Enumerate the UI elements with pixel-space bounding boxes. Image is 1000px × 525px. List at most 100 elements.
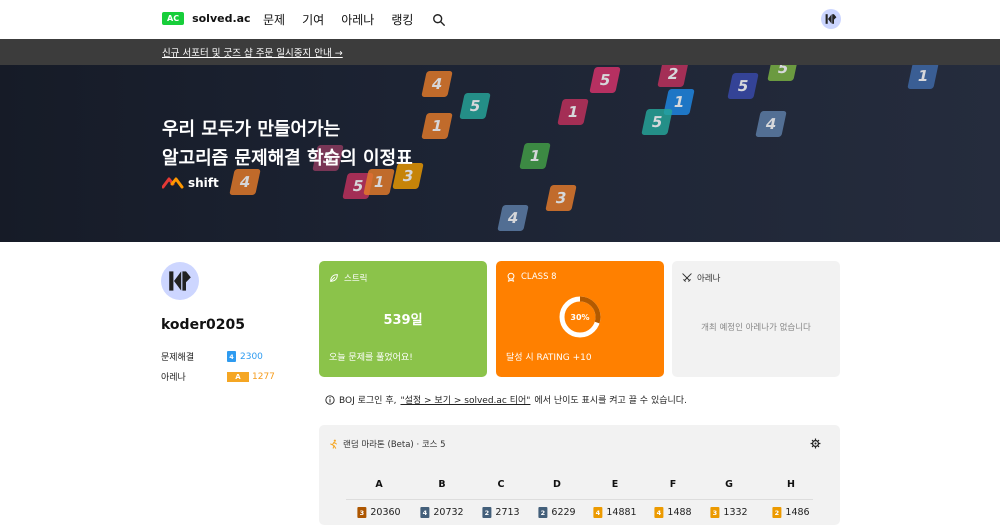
medal-icon [507, 272, 515, 282]
logo-badge: AC [162, 12, 185, 25]
notice-link[interactable]: 신규 서포터 및 굿즈 샵 주문 일시중지 안내 → [162, 45, 343, 59]
profile-avatar-icon [169, 271, 191, 291]
class-card-head: CLASS 8 [506, 272, 557, 282]
runner-icon [330, 439, 337, 449]
info-icon [325, 394, 335, 405]
gear-icon[interactable] [810, 438, 821, 449]
arena-stat-row[interactable]: 아레나 A 1277 [161, 370, 275, 383]
arena-empty-message: 개최 예정인 아레나가 없습니다 [701, 323, 811, 333]
solved-label: 문제해결 [161, 353, 195, 363]
marathon-problem-cell[interactable]: 2 1486 [772, 507, 810, 518]
nav-links: 문제 기여 아레나 랭킹 [263, 11, 446, 28]
info-settings-link[interactable]: "설정 > 보기 > solved.ac 티어" [400, 393, 530, 406]
tier-badge: 3 [357, 507, 367, 518]
marathon-column-e[interactable]: E [612, 479, 619, 490]
hero-brand: shift [162, 176, 219, 190]
marathon-divider [346, 499, 813, 500]
marathon-column-a[interactable]: A [375, 479, 382, 490]
solved-stat-row[interactable]: 문제해결 4 2300 [161, 350, 263, 363]
problem-number: 1486 [785, 507, 810, 518]
problem-number: 1332 [723, 507, 748, 518]
info-line: BOJ 로그인 후, "설정 > 보기 > solved.ac 티어" 에서 난이… [325, 393, 687, 406]
tier-badge: 3 [710, 507, 720, 518]
info-suffix: 에서 난이도 표시를 켜고 끌 수 있습니다. [534, 396, 687, 406]
nav-link-arena[interactable]: 아레나 [341, 11, 374, 28]
tier-badge: 4 [593, 507, 603, 518]
hero-tile: 4 [421, 71, 453, 97]
problem-number: 20360 [370, 507, 401, 518]
tier-badge: 2 [482, 507, 492, 518]
class-progress-ring: 30% [559, 296, 601, 338]
hero-tile: 1 [519, 143, 551, 169]
hero-tile: 3 [545, 185, 577, 211]
hero-tile: 1 [907, 65, 939, 89]
problem-number: 2713 [495, 507, 520, 518]
notice-bar: 신규 서포터 및 굿즈 샵 주문 일시중지 안내 → [0, 39, 1000, 65]
marathon-problem-cell[interactable]: 3 1332 [710, 507, 748, 518]
marathon-column-b[interactable]: B [438, 479, 445, 490]
hero-title: 우리 모두가 만들어가는 알고리즘 문제해결 학습의 이정표 [162, 115, 413, 173]
marathon-problem-cell[interactable]: 3 20360 [357, 507, 401, 518]
marathon-problem-cell[interactable]: 4 1488 [654, 507, 692, 518]
marathon-title: 랜덤 마라톤 (Beta) · 코스 5 [343, 440, 446, 450]
hero-tile: 5 [641, 109, 673, 135]
tier-badge: 2 [538, 507, 548, 518]
arena-card-head: 아레나 [682, 272, 720, 284]
marathon-problem-cell[interactable]: 4 14881 [593, 507, 637, 518]
class-message: 달성 시 RATING +10 [506, 353, 592, 363]
marathon-column-h[interactable]: H [787, 479, 795, 490]
nav-link-problems[interactable]: 문제 [263, 11, 285, 28]
search-icon[interactable] [432, 13, 446, 27]
hero-tile: 2 [657, 65, 689, 87]
streak-label: 스트릭 [344, 274, 368, 284]
user-avatar-icon [825, 14, 837, 24]
top-nav: AC solved.ac 문제 기여 아레나 랭킹 [0, 0, 1000, 39]
problem-number: 14881 [606, 507, 637, 518]
solved-value: 2300 [240, 351, 263, 362]
hero-tile: 5 [727, 73, 759, 99]
class-label: CLASS 8 [521, 272, 557, 282]
hero-tile: 4 [755, 111, 787, 137]
problem-number: 6229 [551, 507, 576, 518]
hero-banner[interactable]: 52545151151445135413 우리 모두가 만들어가는 알고리즘 문… [0, 65, 1000, 242]
class-progress-text: 30% [570, 313, 589, 322]
info-prefix: BOJ 로그인 후, [339, 396, 397, 406]
streak-card-head: 스트릭 [329, 272, 367, 284]
hero-tile: 1 [557, 99, 589, 125]
hero-tile: 4 [497, 205, 529, 231]
shift-logo-icon [162, 177, 184, 189]
tier-badge: 4 [420, 507, 430, 518]
marathon-head: 랜덤 마라톤 (Beta) · 코스 5 [329, 438, 446, 450]
solved-tier-badge: 4 [227, 351, 236, 362]
arena-card[interactable]: 아레나 개최 예정인 아레나가 없습니다 [672, 261, 840, 377]
username[interactable]: koder0205 [161, 317, 245, 333]
hero-title-line1: 우리 모두가 만들어가는 [162, 119, 341, 140]
streak-message: 오늘 문제를 풀었어요! [329, 353, 413, 363]
class-card[interactable]: CLASS 8 30% 달성 시 RATING +10 [496, 261, 664, 377]
problem-number: 1488 [667, 507, 692, 518]
marathon-column-f[interactable]: F [670, 479, 677, 490]
streak-days: 539일 [383, 313, 423, 328]
arena-label: 아레나 [161, 373, 186, 383]
arena-card-label: 아레나 [697, 274, 721, 284]
marathon-column-g[interactable]: G [725, 479, 733, 490]
streak-card[interactable]: 스트릭 539일 오늘 문제를 풀었어요! [319, 261, 487, 377]
hero-tile: 1 [421, 113, 453, 139]
hero-brand-text: shift [188, 176, 219, 190]
swords-icon [682, 273, 692, 282]
hero-title-line2: 알고리즘 문제해결 학습의 이정표 [162, 148, 413, 169]
marathon-problem-cell[interactable]: 4 20732 [420, 507, 464, 518]
logo[interactable]: AC solved.ac [162, 12, 251, 25]
user-avatar-button[interactable] [821, 9, 841, 29]
nav-link-ranking[interactable]: 랭킹 [391, 11, 413, 28]
marathon-column-d[interactable]: D [553, 479, 561, 490]
profile-avatar[interactable] [161, 262, 199, 300]
marathon-problem-cell[interactable]: 2 6229 [538, 507, 576, 518]
hero-tile: 5 [459, 93, 491, 119]
marathon-column-c[interactable]: C [498, 479, 505, 490]
hero-tile: 5 [589, 67, 621, 93]
tier-badge: 2 [772, 507, 782, 518]
marathon-problem-cell[interactable]: 2 2713 [482, 507, 520, 518]
nav-link-contribute[interactable]: 기여 [302, 11, 324, 28]
logo-text: solved.ac [192, 12, 251, 25]
